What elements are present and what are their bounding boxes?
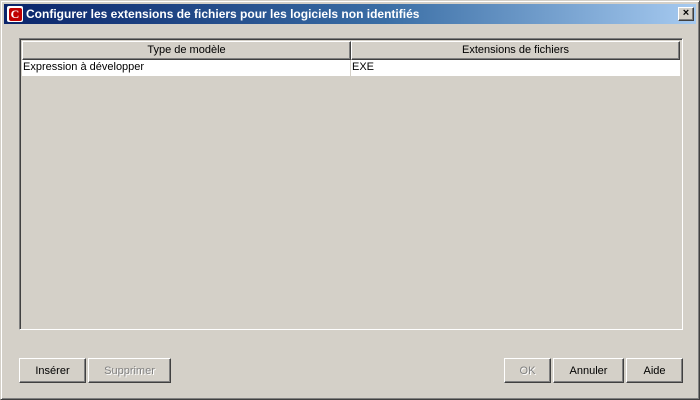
close-icon[interactable]: × <box>678 7 694 21</box>
window-title: Configurer les extensions de fichiers po… <box>26 7 420 21</box>
insert-button[interactable]: Insérer <box>19 358 86 383</box>
cell-file-extensions[interactable]: EXE <box>351 60 680 76</box>
column-header-model-type[interactable]: Type de modèle <box>22 41 351 60</box>
table-row[interactable]: Expression à développer EXE <box>22 60 680 76</box>
cell-model-type[interactable]: Expression à développer <box>22 60 351 76</box>
delete-button[interactable]: Supprimer <box>88 358 171 383</box>
app-logo-glyph: C <box>8 7 22 21</box>
dialog-window: C Configurer les extensions de fichiers … <box>0 0 700 400</box>
column-header-file-extensions[interactable]: Extensions de fichiers <box>351 41 680 60</box>
ok-button[interactable]: OK <box>504 358 551 383</box>
cancel-button[interactable]: Annuler <box>553 358 624 383</box>
extensions-table: Type de modèle Extensions de fichiers Ex… <box>19 38 683 330</box>
help-button[interactable]: Aide <box>626 358 683 383</box>
table-header: Type de modèle Extensions de fichiers <box>22 41 680 60</box>
app-logo-icon: C <box>7 6 23 22</box>
title-bar[interactable]: C Configurer les extensions de fichiers … <box>4 4 696 24</box>
